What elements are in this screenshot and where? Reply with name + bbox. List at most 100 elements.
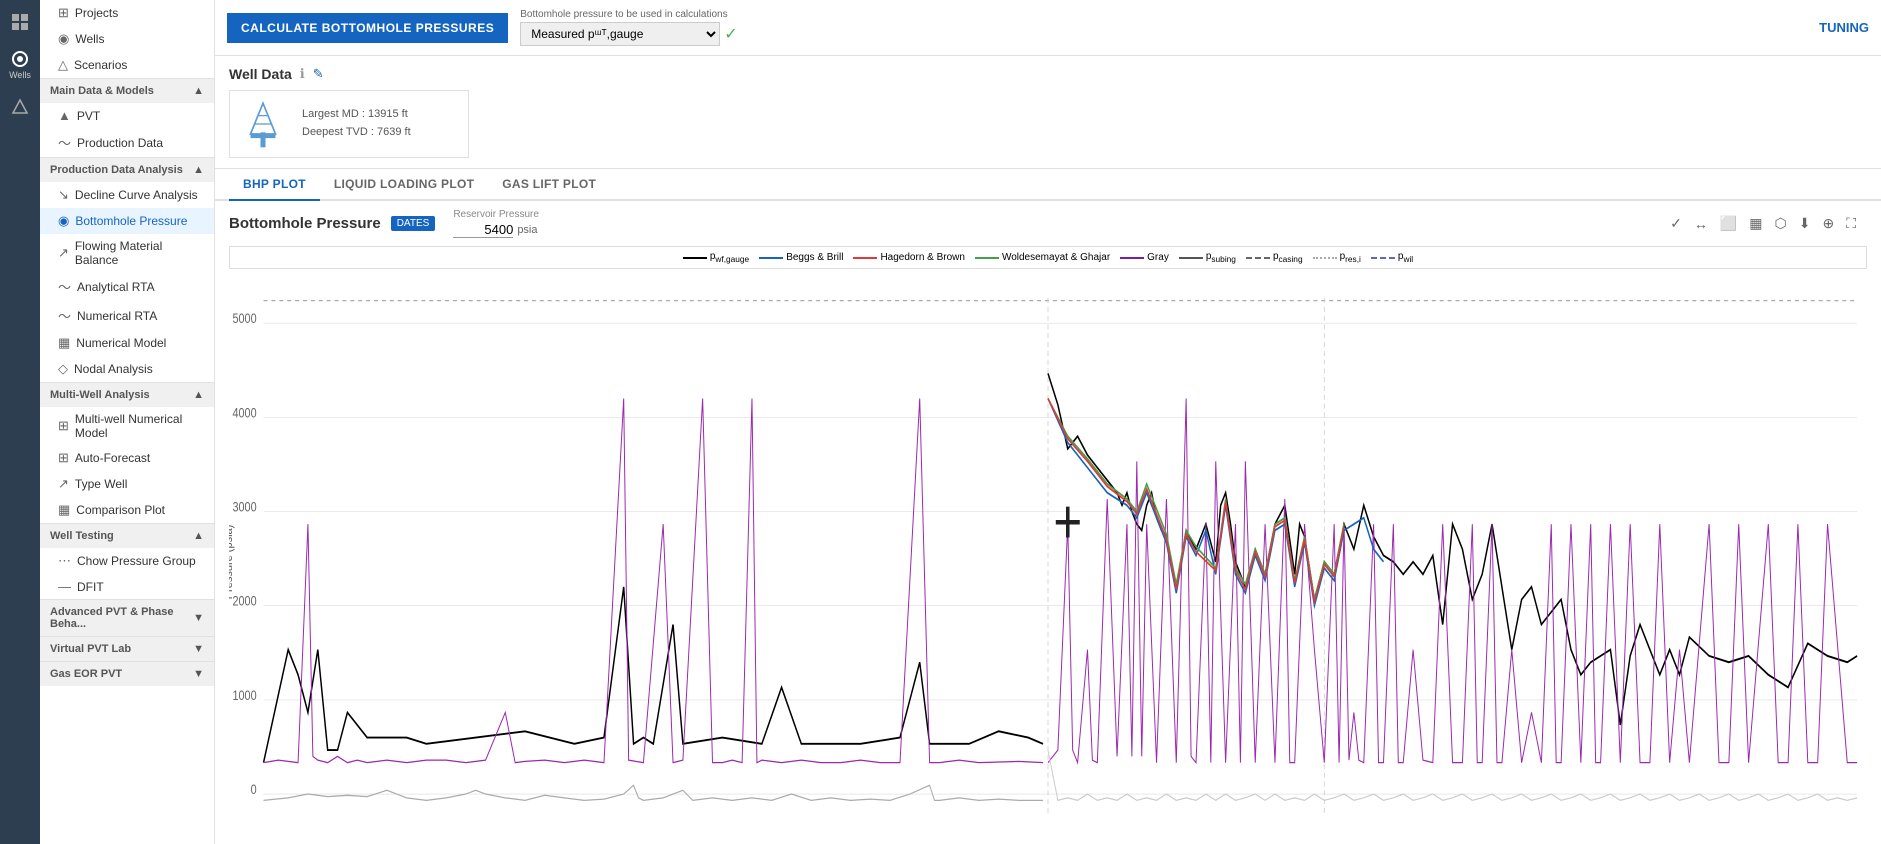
section-main-data-models-label: Main Data & Models xyxy=(50,85,154,97)
sidebar-item-type-well[interactable]: ↗ Type Well xyxy=(40,471,214,497)
pressure-check-icon[interactable]: ✓ xyxy=(724,24,737,44)
collapse-pda-icon: ▲ xyxy=(193,164,204,176)
sidebar-item-numerical-rta[interactable]: 〜 Numerical RTA xyxy=(40,301,214,330)
section-virtual-pvt[interactable]: Virtual PVT Lab ▼ xyxy=(40,636,214,661)
analytical-label: Analytical RTA xyxy=(77,280,155,294)
section-advanced-pvt[interactable]: Advanced PVT & Phase Beha... ▼ xyxy=(40,599,214,636)
sidebar-item-chow[interactable]: ⋯ Chow Pressure Group xyxy=(40,548,214,574)
svg-text:2000: 2000 xyxy=(233,593,257,609)
legend-label-gray: Gray xyxy=(1147,252,1169,263)
legend-woldesemayat: Woldesemayat & Ghajar xyxy=(975,252,1110,263)
sidebar-item-pvt[interactable]: ▲ PVT xyxy=(40,103,214,128)
section-multi-well[interactable]: Multi-Well Analysis ▲ xyxy=(40,382,214,407)
legend-line-pcasing xyxy=(1246,257,1270,259)
legend-pwil: pwil xyxy=(1371,251,1413,264)
chow-label: Chow Pressure Group xyxy=(77,554,196,568)
pvt-label: PVT xyxy=(77,109,100,123)
sidebar-item-numerical-model[interactable]: ▦ Numerical Model xyxy=(40,330,214,356)
sidebar: ⊞ Projects ◉ Wells △ Scenarios Main Data… xyxy=(40,0,215,844)
pressure-type-select[interactable]: Measured pᵚᵀ,gauge Calculated xyxy=(520,22,720,46)
sidebar-item-flowing-material[interactable]: ↗ Flowing Material Balance xyxy=(40,234,214,272)
legend-label-wolde: Woldesemayat & Ghajar xyxy=(1002,252,1110,263)
section-gas-eor[interactable]: Gas EOR PVT ▼ xyxy=(40,661,214,686)
tab-gas-lift[interactable]: GAS LIFT PLOT xyxy=(488,169,610,201)
reservoir-pressure-unit: psia xyxy=(517,224,537,236)
nodal-icon: ◇ xyxy=(58,361,68,377)
toolbar-pan-icon[interactable]: ↔ xyxy=(1691,214,1711,234)
wells-icon: ◉ xyxy=(58,31,69,47)
sidebar-item-bottomhole-pressure[interactable]: ◉ Bottomhole Pressure xyxy=(40,208,214,234)
num-model-icon: ▦ xyxy=(58,335,70,351)
legend-label-beggs: Beggs & Brill xyxy=(786,252,843,263)
calculate-bhp-button[interactable]: CALCULATE BOTTOMHOLE PRESSURES xyxy=(227,13,508,43)
sidebar-item-dfit[interactable]: — DFIT xyxy=(40,574,214,599)
dates-badge[interactable]: DATES xyxy=(391,216,436,231)
legend-label-presi: pres,i xyxy=(1340,251,1361,264)
legend-label-hagedorn: Hagedorn & Brown xyxy=(880,252,965,263)
svg-text:4000: 4000 xyxy=(233,405,257,421)
toolbar-table-icon[interactable]: ▦ xyxy=(1746,213,1765,234)
tuning-button[interactable]: TUNING xyxy=(1819,20,1869,35)
dfit-label: DFIT xyxy=(77,580,104,594)
legend-line-beggs xyxy=(759,257,783,259)
section-well-testing-label: Well Testing xyxy=(50,530,114,542)
sidebar-item-wells[interactable]: ◉ Wells xyxy=(40,26,214,52)
legend-label-pcasing: pcasing xyxy=(1273,251,1303,264)
bhp-chart-svg[interactable]: 5000 4000 3000 2000 1000 0 xyxy=(229,273,1867,838)
legend-label-psubing: psubing xyxy=(1206,251,1236,264)
pressure-select-row: Measured pᵚᵀ,gauge Calculated ✓ xyxy=(520,22,737,46)
toolbar-zoom-in-icon[interactable]: ⊕ xyxy=(1819,213,1837,234)
section-main-data-models[interactable]: Main Data & Models ▲ xyxy=(40,78,214,103)
sidebar-scenario-icon[interactable] xyxy=(11,98,29,116)
svg-text:+: + xyxy=(1053,486,1082,556)
well-data-info-icon[interactable]: ℹ xyxy=(300,66,305,82)
sidebar-item-analytical-rta[interactable]: 〜 Analytical RTA xyxy=(40,272,214,301)
collapse-multi-icon: ▲ xyxy=(193,389,204,401)
bhp-title: Bottomhole Pressure xyxy=(229,215,381,232)
chow-icon: ⋯ xyxy=(58,553,71,569)
flowing-icon: ↗ xyxy=(58,245,69,261)
rp-input-row: psia xyxy=(453,222,539,238)
largest-md: Largest MD : 13915 ft xyxy=(302,106,411,124)
section-production-data-analysis[interactable]: Production Data Analysis ▲ xyxy=(40,157,214,182)
toolbar-download-icon[interactable]: ⬇ xyxy=(1796,213,1814,234)
tab-liquid-loading[interactable]: LIQUID LOADING PLOT xyxy=(320,169,488,201)
analytical-icon: 〜 xyxy=(58,277,71,296)
bhp-header: Bottomhole Pressure DATES Reservoir Pres… xyxy=(215,201,1881,246)
section-well-testing[interactable]: Well Testing ▲ xyxy=(40,523,214,548)
deepest-tvd: Deepest TVD : 7639 ft xyxy=(302,124,411,142)
well-data-edit-icon[interactable]: ✎ xyxy=(313,66,324,82)
sidebar-item-auto-forecast[interactable]: ⊞ Auto-Forecast xyxy=(40,445,214,471)
tab-bhp-plot[interactable]: BHP PLOT xyxy=(229,169,320,201)
bhp-sidebar-label: Bottomhole Pressure xyxy=(75,214,187,228)
well-data-card: Largest MD : 13915 ft Deepest TVD : 7639… xyxy=(229,90,469,158)
legend-line-hagedorn xyxy=(853,257,877,259)
sidebar-item-multi-well-numerical[interactable]: ⊞ Multi-well Numerical Model xyxy=(40,407,214,445)
sidebar-wells-label: Wells xyxy=(9,70,31,80)
largest-md-label: Largest MD : xyxy=(302,108,365,120)
sidebar-item-projects[interactable]: ⊞ Projects xyxy=(40,0,214,26)
sidebar-item-scenarios[interactable]: △ Scenarios xyxy=(40,52,214,78)
sidebar-item-comparison-plot[interactable]: ▦ Comparison Plot xyxy=(40,497,214,523)
collapse-well-testing-icon: ▲ xyxy=(193,530,204,542)
legend-pwf-gauge: pwf,gauge xyxy=(683,251,749,264)
sidebar-item-decline-curve[interactable]: ↘ Decline Curve Analysis xyxy=(40,182,214,208)
toolbar-zoom-rect-icon[interactable]: ⬜ xyxy=(1717,213,1740,234)
sidebar-well-icon[interactable]: Wells xyxy=(9,50,31,80)
decline-icon: ↘ xyxy=(58,187,69,203)
toolbar-fullscreen-icon[interactable]: ⛶ xyxy=(1843,213,1859,234)
sidebar-item-nodal-analysis[interactable]: ◇ Nodal Analysis xyxy=(40,356,214,382)
legend-label-pwil: pwil xyxy=(1398,251,1413,264)
toolbar-check-icon[interactable]: ✓ xyxy=(1667,213,1685,234)
svg-text:1000: 1000 xyxy=(233,688,257,704)
sidebar-grid-icon[interactable] xyxy=(10,12,30,32)
legend-line-wolde xyxy=(975,257,999,259)
legend-line-gray xyxy=(1120,257,1144,259)
projects-icon: ⊞ xyxy=(58,5,69,21)
toolbar-export-icon[interactable]: ⬡ xyxy=(1771,213,1789,234)
sidebar-item-production-data[interactable]: 〜 Production Data xyxy=(40,128,214,157)
legend-line-psubing xyxy=(1179,257,1203,259)
well-derrick-icon xyxy=(238,99,288,149)
legend-line-presi xyxy=(1313,257,1337,259)
reservoir-pressure-input[interactable] xyxy=(453,222,513,238)
